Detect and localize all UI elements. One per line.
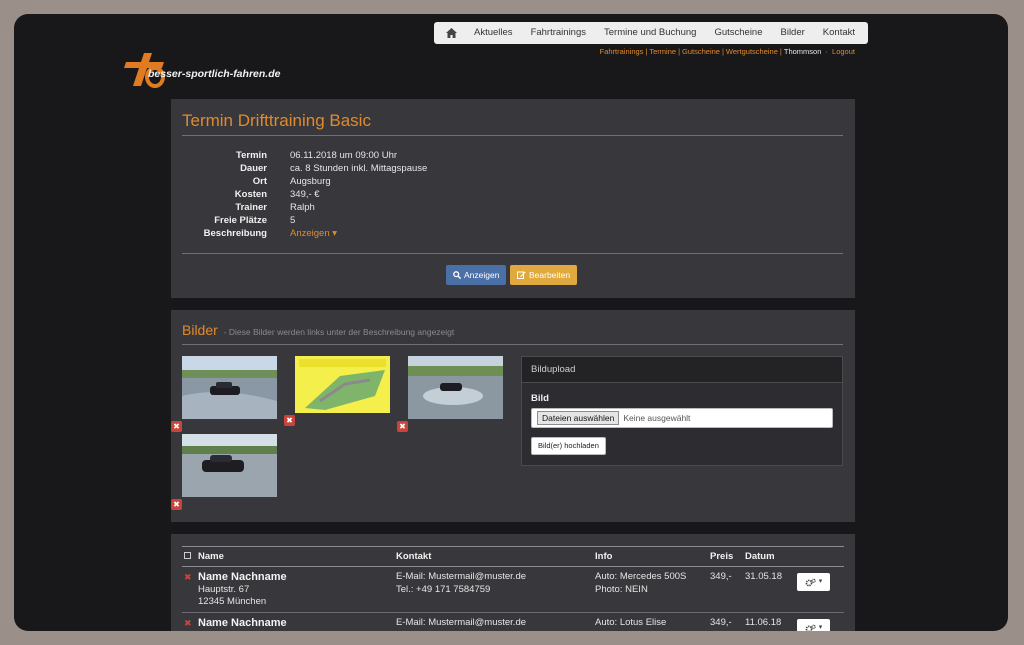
participant-price: 349,- [710,566,745,613]
caret-down-icon: ▾ [332,228,338,239]
home-icon[interactable] [438,28,465,38]
table-row: ✖ Name Nachname E-Mail: Mustermail@muste… [182,612,844,631]
participant-street: Hauptstr. 67 [198,583,250,595]
participant-price: 349,- [710,612,745,631]
subnav-gutscheine[interactable]: Gutscheine [682,47,720,56]
select-all-checkbox[interactable] [184,552,191,559]
edit-icon [517,271,526,279]
participant-city: 12345 München [198,596,267,607]
logo-text: besser-sportlich-fahren.de [148,68,281,80]
edit-button[interactable]: Bearbeiten [510,265,578,285]
upload-header: Bildupload [522,357,842,383]
info-row-dauer: Dauer ca. 8 Stunden inkl. Mittagspause [240,163,428,174]
gallery-image[interactable] [182,434,277,497]
info-row-trainer: Trainer Ralph [235,202,315,213]
subnav-fahrtrainings[interactable]: Fahrtrainings [600,47,644,56]
participant-email: E-Mail: Mustermail@muster.de [396,617,527,628]
participants-table: Name Kontakt Info Preis Datum ✖ Name Nac… [182,546,844,631]
show-button[interactable]: Anzeigen [446,265,507,285]
caret-down-icon: ▾ [818,623,823,631]
nav-kontakt[interactable]: Kontakt [814,22,864,44]
upload-button[interactable]: Bild(er) hochladen [531,437,606,455]
col-name: Name [198,546,396,567]
nav-termine-buchung[interactable]: Termine und Buchung [595,22,705,44]
info-row-freie-plaetze: Freie Plätze 5 [214,215,296,226]
bilder-subtitle: - Diese Bilder werden links unter der Be… [223,327,455,337]
beschreibung-toggle[interactable]: Anzeigen ▾ [290,227,337,240]
file-input[interactable]: Dateien auswählen Keine ausgewählt [531,408,833,428]
site-logo[interactable]: besser-sportlich-fahren.de [122,52,312,88]
delete-image-icon[interactable]: ✖ [397,421,408,432]
remove-participant-icon[interactable]: ✖ [184,572,192,582]
subnav-termine[interactable]: Termine [649,47,676,56]
nav-bilder[interactable]: Bilder [772,22,814,44]
subnav-wertgutscheine[interactable]: Wertgutscheine [726,47,778,56]
participant-date: 31.05.18 [745,566,797,613]
caret-down-icon: ▾ [818,577,823,585]
delete-image-icon[interactable]: ✖ [171,499,182,510]
col-kontakt: Kontakt [396,546,595,567]
gallery-image[interactable] [295,356,390,419]
participants-panel: Name Kontakt Info Preis Datum ✖ Name Nac… [171,534,855,631]
main-navigation: Aktuelles Fahrtrainings Termine und Buch… [434,22,869,44]
logout-link[interactable]: Logout [832,47,855,56]
admin-subnav: Fahrtrainings | Termine | Gutscheine | Wertgut… [599,47,855,56]
participant-auto: Auto: Mercedes 500S [595,571,687,582]
upload-label: Bild [531,393,549,404]
row-actions-button[interactable]: ▾ [797,619,830,631]
nav-aktuelles[interactable]: Aktuelles [465,22,522,44]
nav-fahrtrainings[interactable]: Fahrtrainings [522,22,595,44]
bilder-heading: Bilder - Diese Bilder werden links unter… [182,322,455,338]
participant-phone: Tel.: +49 171 7584759 [396,583,491,595]
nav-gutscheine[interactable]: Gutscheine [705,22,771,44]
row-actions-button[interactable]: ▾ [797,573,830,591]
info-row-ort: Ort Augsburg [252,176,331,187]
info-row-termin: Termin 06.11.2018 um 09:00 Uhr [236,150,398,161]
participant-auto: Auto: Lotus Elise [595,617,667,628]
gallery-image[interactable] [182,356,277,419]
participant-email: E-Mail: Mustermail@muster.de [396,571,527,582]
col-datum: Datum [745,546,797,567]
browser-viewport: Aktuelles Fahrtrainings Termine und Buch… [14,14,1008,631]
participant-date: 11.06.18 [745,612,797,631]
participant-photo: Photo: NEIN [595,583,648,595]
delete-image-icon[interactable]: ✖ [171,421,182,432]
remove-participant-icon[interactable]: ✖ [184,618,192,628]
table-header: Name Kontakt Info Preis Datum [182,546,844,567]
choose-files-button[interactable]: Dateien auswählen [537,411,620,425]
participant-name: Name Nachname [198,571,287,583]
table-row: ✖ Name Nachname Hauptstr. 67 12345 Münch… [182,566,844,613]
gears-icon [805,624,816,631]
file-status: Keine ausgewählt [623,413,691,423]
delete-image-icon[interactable]: ✖ [284,415,295,426]
termin-panel: Termin Drifttraining Basic Termin 06.11.2… [171,99,855,298]
col-info: Info [595,546,710,567]
gallery-image[interactable] [408,356,503,419]
gears-icon [805,578,816,586]
bilder-panel: Bilder - Diese Bilder werden links unter… [171,310,855,522]
info-row-kosten: Kosten 349,- € [234,189,320,200]
participant-name: Name Nachname [198,617,287,629]
col-preis: Preis [710,546,745,567]
current-user: Thommson [783,47,822,56]
page-title: Termin Drifttraining Basic [182,111,371,130]
search-icon [453,271,461,279]
info-row-beschreibung: Beschreibung Anzeigen ▾ [203,227,338,240]
upload-panel: Bildupload Bild Dateien auswählen Keine … [521,356,843,466]
